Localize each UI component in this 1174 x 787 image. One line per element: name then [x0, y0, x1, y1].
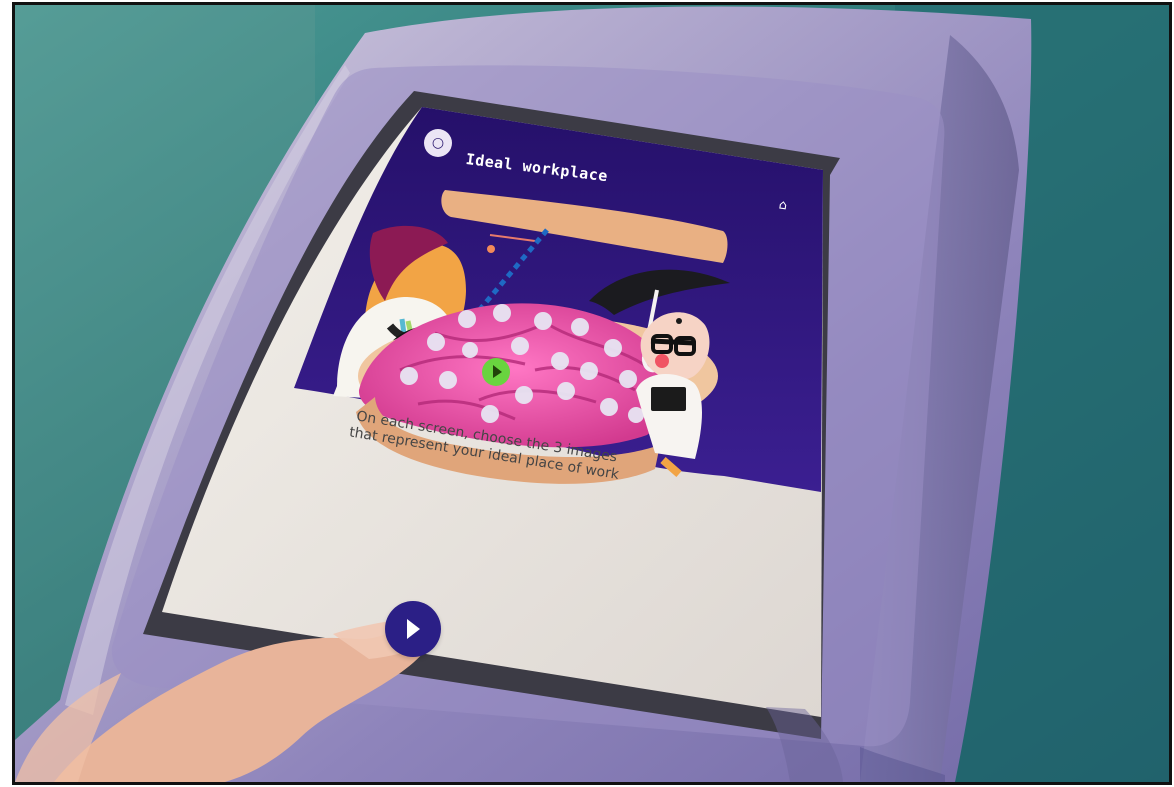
photo-frame: ○ Ideal workplace ⌂ On each screen, choo…: [12, 2, 1172, 785]
kiosk-photo: [15, 5, 1169, 782]
